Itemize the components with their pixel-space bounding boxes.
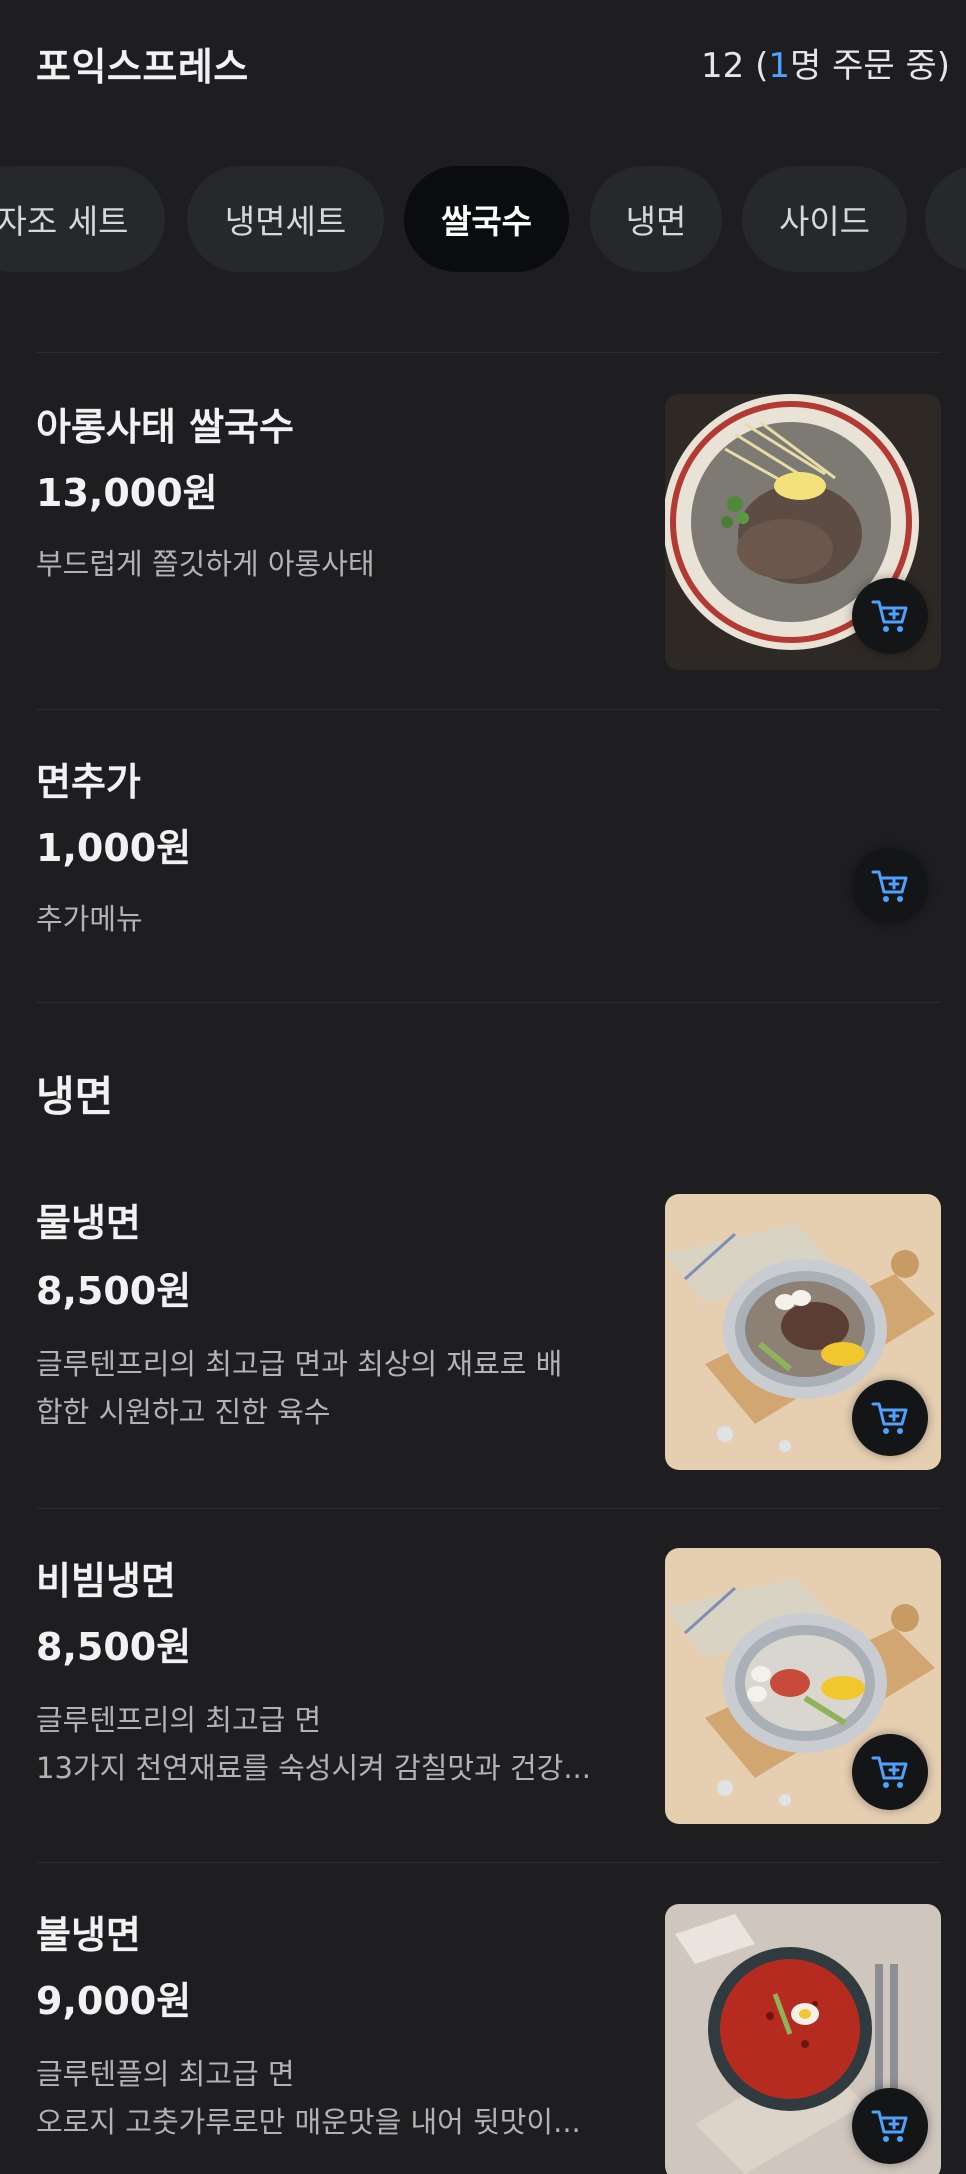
add-to-cart-button[interactable]: [852, 578, 928, 654]
item-price: 8,500원: [36, 1625, 192, 1669]
tab-next[interactable]: [925, 166, 966, 272]
menu-item[interactable]: 물냉면 8,500원 글루텐프리의 최고급 면과 최상의 재료로 배 합한 시원…: [0, 1150, 966, 1508]
item-name: 면추가: [36, 760, 141, 804]
item-description-line: 13가지 천연재료를 숙성시켜 감칠맛과 건강...: [36, 1751, 591, 1785]
item-name: 아롱사태 쌀국수: [36, 405, 294, 449]
item-description: 부드럽게 쫄깃하게 아롱사태: [36, 540, 626, 588]
order-status: 12 (1명 주문 중): [701, 38, 950, 87]
add-to-cart-button[interactable]: [852, 848, 928, 924]
cart-add-icon: [871, 2110, 908, 2142]
item-description: 글루텐플의 최고급 면 오로지 고춧가루로만 매운맛을 내어 뒷맛이...: [36, 2050, 626, 2146]
tab-naengmyeon[interactable]: 냉면: [590, 166, 722, 272]
add-to-cart-button[interactable]: [852, 1380, 928, 1456]
cart-add-icon: [871, 870, 908, 902]
item-description: 글루텐프리의 최고급 면 13가지 천연재료를 숙성시켜 감칠맛과 건강...: [36, 1696, 626, 1792]
tab-naengmyeon-set[interactable]: 냉면세트: [187, 166, 384, 272]
item-description: 추가메뉴: [36, 895, 626, 943]
menu-item[interactable]: 아롱사태 쌀국수 13,000원 부드럽게 쫄깃하게 아롱사태: [0, 352, 966, 709]
item-description-line: 오로지 고춧가루로만 매운맛을 내어 뒷맛이...: [36, 2105, 581, 2139]
category-tabs: 자조 세트 냉면세트 쌀국수 냉면 사이드: [0, 166, 966, 274]
tab-self-set[interactable]: 자조 세트: [0, 166, 165, 272]
section-title-naengmyeon: 냉면: [36, 1072, 114, 1121]
item-price: 8,500원: [36, 1269, 192, 1313]
cart-add-icon: [871, 1756, 908, 1788]
tab-pho[interactable]: 쌀국수: [404, 166, 569, 272]
item-name: 물냉면: [36, 1201, 141, 1245]
order-count-suffix: 명 주문 중): [790, 46, 950, 86]
add-to-cart-button[interactable]: [852, 1734, 928, 1810]
tab-side[interactable]: 사이드: [742, 166, 907, 272]
menu-item[interactable]: 불냉면 9,000원 글루텐플의 최고급 면 오로지 고춧가루로만 매운맛을 내…: [0, 1862, 966, 2174]
item-name: 불냉면: [36, 1913, 141, 1957]
menu-item[interactable]: 비빔냉면 8,500원 글루텐프리의 최고급 면 13가지 천연재료를 숙성시켜…: [0, 1508, 966, 1862]
item-description-line: 부드럽게 쫄깃하게 아롱사태: [36, 547, 375, 581]
store-name: 포익스프레스: [36, 45, 249, 89]
order-count-prefix: 12 (: [701, 46, 769, 86]
item-description-line: 글루텐프리의 최고급 면: [36, 1703, 322, 1737]
item-description: 글루텐프리의 최고급 면과 최상의 재료로 배 합한 시원하고 진한 육수: [36, 1340, 626, 1436]
divider: [36, 1002, 941, 1003]
store-header: 포익스프레스 12 (1명 주문 중): [0, 0, 966, 120]
item-name: 비빔냉면: [36, 1559, 176, 1603]
item-description-line: 합한 시원하고 진한 육수: [36, 1395, 331, 1429]
add-to-cart-button[interactable]: [852, 2088, 928, 2164]
item-price: 1,000원: [36, 826, 192, 870]
item-description-line: 추가메뉴: [36, 902, 143, 936]
item-description-line: 글루텐플의 최고급 면: [36, 2057, 295, 2091]
item-price: 13,000원: [36, 471, 218, 515]
cart-add-icon: [871, 1402, 908, 1434]
item-description-line: 글루텐프리의 최고급 면과 최상의 재료로 배: [36, 1347, 563, 1381]
menu-item[interactable]: 면추가 1,000원 추가메뉴: [0, 709, 966, 1002]
cart-add-icon: [871, 600, 908, 632]
item-price: 9,000원: [36, 1979, 192, 2023]
order-count-highlight: 1: [768, 46, 790, 86]
